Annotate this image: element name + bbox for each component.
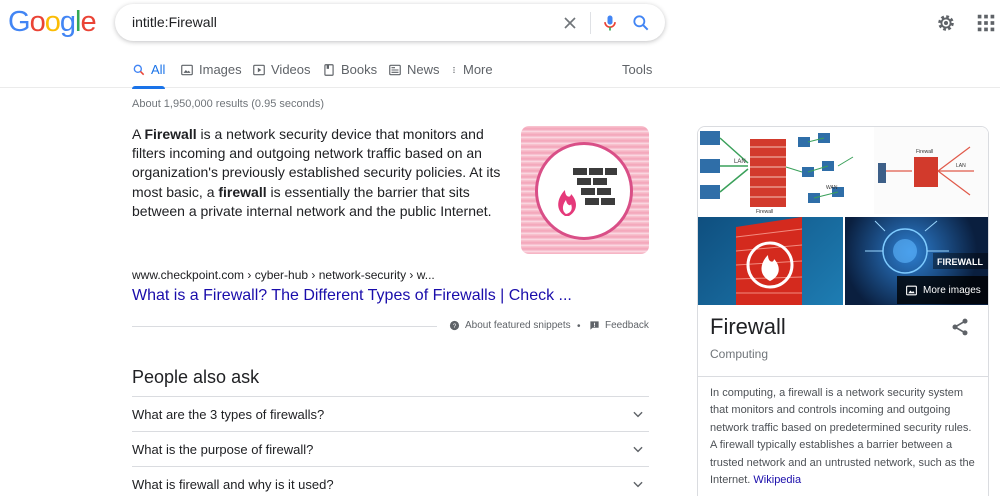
google-logo[interactable]: Google [8, 6, 97, 39]
firewall-brick-image [735, 217, 803, 305]
paa-question[interactable]: What is the purpose of firewall? [132, 431, 649, 466]
knowledge-panel-subtitle: Computing [710, 347, 769, 361]
more-vert-icon [453, 66, 455, 73]
more-images-label: More images [923, 284, 981, 296]
result-url: www.checkpoint.com › cyber-hub › network… [132, 268, 435, 282]
logo-letter: o [29, 6, 46, 38]
apps-grid-icon[interactable] [975, 12, 997, 34]
tab-label: Images [199, 62, 242, 77]
people-also-ask-heading: People also ask [132, 367, 260, 387]
search-input[interactable] [132, 12, 552, 32]
knowledge-panel-image[interactable] [698, 217, 843, 305]
paa-question[interactable]: What is firewall and why is it used? [132, 466, 649, 496]
tab-news[interactable]: News [388, 62, 440, 77]
search-icon [133, 64, 145, 75]
tab-label: More [463, 62, 493, 77]
divider [698, 376, 988, 377]
clear-icon[interactable] [560, 13, 580, 33]
logo-letter: e [80, 6, 96, 38]
featured-snippet-text: A Firewall is a network security device … [132, 125, 512, 221]
knowledge-panel-title: Firewall [710, 314, 786, 339]
featured-snippet-image[interactable] [521, 126, 649, 254]
logo-letter: o [44, 6, 61, 38]
description-text: In computing, a firewall is a network se… [710, 387, 975, 487]
search-tabs: All Images Videos Books News More Tools [0, 58, 1000, 89]
wikipedia-link[interactable]: Wikipedia [753, 474, 801, 486]
tab-books[interactable]: Books [322, 62, 377, 77]
more-images-button[interactable]: More images [897, 276, 988, 304]
chevron-down-icon [633, 481, 643, 488]
knowledge-panel-image[interactable]: LAN Firewall WAN Firewall LAN [698, 127, 988, 215]
chevron-down-icon [633, 411, 643, 418]
diagram-label: LAN [956, 163, 966, 169]
search-icon[interactable] [631, 13, 651, 33]
image-caption: FIREWALL [937, 257, 983, 267]
about-label: About featured snippets [465, 320, 571, 331]
logo-letter: g [59, 6, 76, 38]
tools-button[interactable]: Tools [622, 62, 652, 77]
tab-all[interactable]: All [132, 62, 166, 89]
diagram-label: Firewall [916, 149, 933, 155]
news-icon [389, 64, 401, 75]
knowledge-panel-description: In computing, a firewall is a network se… [710, 385, 980, 489]
separator-dot: • [577, 321, 581, 332]
diagram-label: LAN [734, 159, 746, 165]
tab-label: Books [341, 62, 378, 77]
firewall-icon [558, 168, 617, 216]
divider [132, 326, 437, 327]
logo-letter: G [8, 6, 31, 38]
book-icon [324, 63, 334, 76]
diagram-label: Firewall [756, 209, 773, 215]
image-icon [906, 285, 917, 295]
feedback-icon [590, 321, 599, 330]
settings-gear-icon[interactable] [935, 12, 957, 34]
result-stats: About 1,950,000 results (0.95 seconds) [132, 98, 325, 110]
paa-question-text: What is firewall and why is it used? [132, 477, 334, 492]
tab-images[interactable]: Images [180, 62, 242, 77]
paa-question-text: What are the 3 types of firewalls? [132, 407, 325, 422]
diagram-label: WAN [826, 185, 838, 191]
tab-videos[interactable]: Videos [252, 62, 311, 77]
tab-label: All [151, 62, 166, 77]
tab-label: Videos [271, 62, 311, 77]
image-icon [181, 64, 193, 75]
video-icon [253, 64, 265, 75]
snippet-part: A [132, 126, 145, 142]
tab-label: News [407, 62, 440, 77]
snippet-bold: firewall [218, 183, 267, 200]
search-divider [590, 12, 591, 34]
paa-question-text: What is the purpose of firewall? [132, 442, 314, 457]
knowledge-panel: LAN Firewall WAN Firewall LAN FIREWALL M… [697, 126, 989, 496]
tab-more[interactable]: More [450, 62, 493, 77]
chevron-down-icon [633, 446, 643, 453]
help-circle-icon: ? [449, 320, 460, 331]
about-featured-snippets-link[interactable]: ? About featured snippets [449, 320, 571, 331]
paa-question[interactable]: What are the 3 types of firewalls? [132, 396, 649, 431]
snippet-bold: Firewall [144, 126, 197, 142]
result-title-link[interactable]: What is a Firewall? The Different Types … [132, 287, 572, 305]
tools-label: Tools [622, 62, 653, 77]
network-diagram-image: LAN Firewall WAN Firewall LAN [700, 127, 988, 215]
search-box[interactable] [115, 4, 665, 41]
share-icon[interactable] [950, 317, 970, 337]
feedback-label: Feedback [605, 320, 649, 331]
microphone-icon[interactable] [600, 13, 620, 33]
feedback-link[interactable]: Feedback [589, 320, 649, 331]
